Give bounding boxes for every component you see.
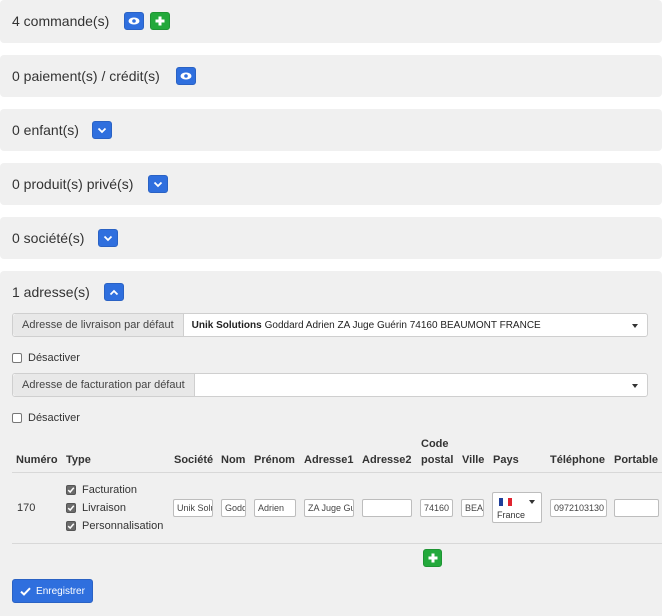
check-icon [67,487,75,494]
header-nom: Nom [221,454,246,466]
delivery-address-select[interactable]: Adresse de livraison par défaut Unik Sol… [12,313,648,337]
billing-address-value [195,374,647,396]
eye-icon [180,72,192,80]
header-adresse1: Adresse1 [304,454,354,466]
add-address-button[interactable] [423,549,442,567]
portable-input[interactable] [614,499,659,517]
disable-delivery-label: Désactiver [28,352,80,364]
disable-billing-label: Désactiver [28,412,80,424]
pays-value: France [497,510,526,520]
code-postal-input[interactable]: 74160 [420,499,453,517]
check-icon [20,587,31,596]
disable-delivery-checkbox[interactable] [12,353,22,363]
row-numero: 170 [17,502,36,514]
view-payments-button[interactable] [176,67,196,85]
check-icon [67,523,75,530]
expand-companies-button[interactable] [98,229,118,247]
nom-input[interactable]: Goddard [221,499,246,517]
header-code-postal-line2: postal [421,454,454,466]
delivery-address-detail: Goddard Adrien ZA Juge Guérin 74160 BEAU… [264,319,541,331]
children-panel: 0 enfant(s) [0,109,662,151]
orders-panel-title: 4 commande(s) [12,13,110,29]
adresse2-input[interactable] [362,499,412,517]
telephone-input[interactable]: 0972103130 [550,499,607,517]
header-pays: Pays [493,454,519,466]
table-row-divider [12,543,662,544]
plus-icon [155,16,165,26]
orders-panel: 4 commande(s) [0,0,662,43]
disable-delivery-default[interactable]: Désactiver [12,352,80,364]
chevron-up-icon [109,289,119,295]
payments-panel-title: 0 paiement(s) / crédit(s) [12,68,160,84]
header-code-postal-line1: Code [421,438,449,450]
table-header-divider [12,472,662,473]
save-button-label: Enregistrer [36,585,85,597]
societe-input[interactable]: Unik Solutions [173,499,213,517]
type-livraison[interactable]: Livraison [66,502,126,514]
header-ville: Ville [462,454,485,466]
header-telephone: Téléphone [550,454,606,466]
type-personnalisation-label: Personnalisation [82,520,164,532]
type-personnalisation-checkbox[interactable] [66,521,76,531]
prenom-input[interactable]: Adrien [254,499,296,517]
check-icon [67,505,75,512]
plus-icon [428,553,437,563]
add-order-button[interactable] [150,12,170,30]
header-portable: Portable [614,454,659,466]
type-personnalisation[interactable]: Personnalisation [66,520,163,532]
type-facturation-checkbox[interactable] [66,485,76,495]
delivery-address-label: Adresse de livraison par défaut [13,314,184,336]
chevron-down-icon [632,384,638,388]
france-flag-icon [499,498,512,506]
addresses-panel-title: 1 adresse(s) [12,284,90,300]
adresse1-input[interactable]: ZA Juge Guérin [304,499,354,517]
chevron-down-icon [103,235,113,241]
header-type: Type [66,454,91,466]
companies-panel: 0 société(s) [0,217,662,259]
private-products-panel: 0 produit(s) privé(s) [0,163,662,205]
chevron-down-icon [529,500,535,504]
companies-panel-title: 0 société(s) [12,230,85,246]
children-panel-title: 0 enfant(s) [12,122,79,138]
billing-address-select[interactable]: Adresse de facturation par défaut [12,373,648,397]
save-button[interactable]: Enregistrer [12,579,93,603]
chevron-down-icon [153,181,163,187]
ville-input[interactable]: BEAUMONT [461,499,484,517]
private-products-panel-title: 0 produit(s) privé(s) [12,176,134,192]
type-facturation-label: Facturation [82,484,138,496]
pays-select[interactable]: France [492,492,542,523]
header-numero: Numéro [16,454,58,466]
expand-children-button[interactable] [92,121,112,139]
chevron-down-icon [97,127,107,133]
type-livraison-label: Livraison [82,502,127,514]
disable-billing-default[interactable]: Désactiver [12,412,80,424]
billing-address-label: Adresse de facturation par défaut [13,374,195,396]
collapse-addresses-button[interactable] [104,283,124,301]
expand-private-products-button[interactable] [148,175,168,193]
delivery-address-value: Unik Solutions Goddard Adrien ZA Juge Gu… [184,314,647,336]
view-orders-button[interactable] [124,12,144,30]
disable-billing-checkbox[interactable] [12,413,22,423]
chevron-down-icon [632,324,638,328]
header-adresse2: Adresse2 [362,454,412,466]
eye-icon [128,17,140,25]
type-facturation[interactable]: Facturation [66,484,137,496]
type-livraison-checkbox[interactable] [66,503,76,513]
header-prenom: Prénom [254,454,295,466]
header-societe: Société [174,454,214,466]
payments-panel: 0 paiement(s) / crédit(s) [0,55,662,97]
delivery-address-company: Unik Solutions [191,319,262,331]
